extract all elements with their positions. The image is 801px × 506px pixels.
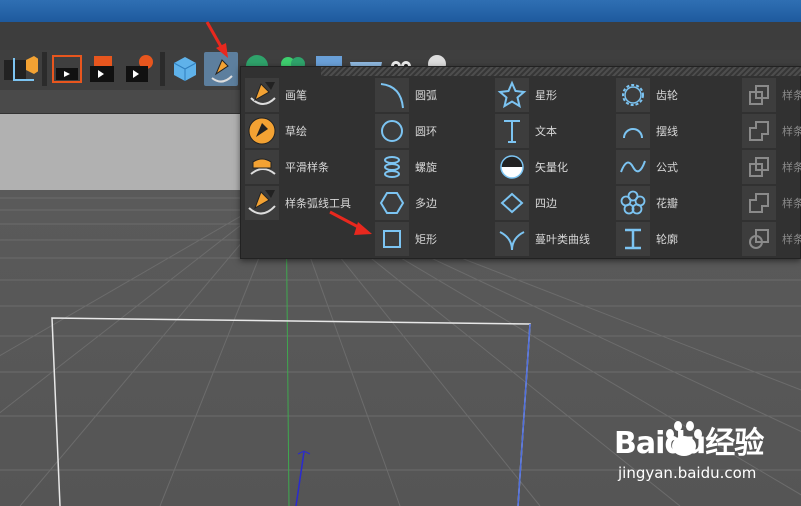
watermark-brand: Baidu经验 (614, 426, 764, 461)
baidu-jingyan-watermark: Baidu经验 jingyan.baidu.com (614, 418, 794, 488)
watermark-url: jingyan.baidu.com (618, 464, 757, 482)
annotation-arrow-icon (205, 21, 228, 58)
annotation-arrow-icon (329, 210, 372, 235)
